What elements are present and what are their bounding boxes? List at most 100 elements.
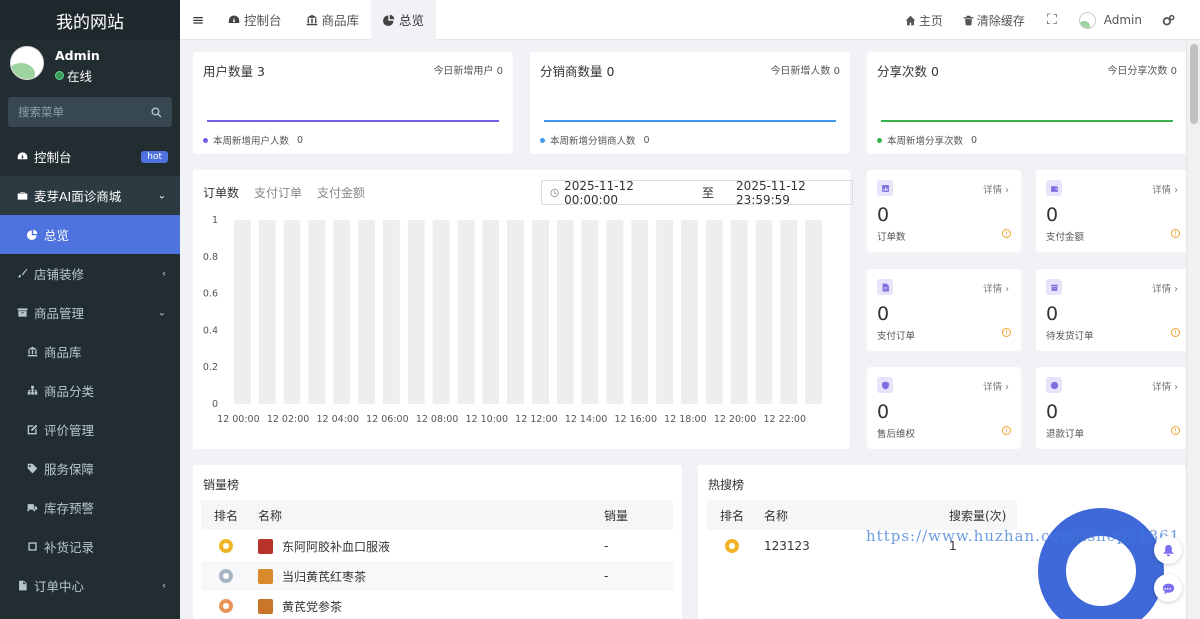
info-icon[interactable]: ! [1002,426,1011,435]
hot-badge: hot [141,151,168,163]
bar-background[interactable] [631,220,649,404]
info-icon[interactable]: ! [1171,229,1180,238]
menu-toggle-icon[interactable]: ≡ [180,0,216,40]
sidebar-item-restock-records[interactable]: 补货记录 [0,527,180,566]
bar-background[interactable] [308,220,326,404]
bar-background[interactable] [680,220,698,404]
sidebar-item-stock-alert[interactable]: 库存预警 [0,488,180,527]
mini-card-paid-orders: 详情 › 0 支付订单 ! [867,269,1021,351]
detail-link-text: 详情 [983,382,1003,393]
settings-button[interactable] [1152,14,1200,27]
bar-background[interactable] [780,220,798,404]
tab-goods-library[interactable]: 商品库 [294,0,372,40]
stat-today-value: 0 [496,66,503,77]
detail-link[interactable]: 详情 › [983,182,1009,196]
product-name: 东阿阿胶补血口服液 [282,539,391,554]
notification-button[interactable] [1154,536,1182,564]
top-navbar: ≡ 控制台 商品库 总览 主页 清除缓存 ⛶ Admin [180,0,1200,40]
bank-icon [306,14,317,25]
bar-background[interactable] [581,220,599,404]
sidebar-item-goods-category[interactable]: 商品分类 [0,371,180,410]
x-tick-label: 12 00:00 [217,414,260,425]
mini-card-value: 0 [877,401,890,423]
bell-icon [1163,544,1173,556]
stat-week-label: 本周新增用户人数 [213,136,290,147]
bar-background[interactable] [482,220,500,404]
detail-link[interactable]: 详情 › [983,379,1009,393]
tab-label: 控制台 [244,13,282,28]
bar-background[interactable] [531,220,549,404]
sidebar-item-overview[interactable]: 总览 [0,215,180,254]
bar-background[interactable] [805,220,823,404]
watermark: https://www.huzhan.com/ishop51861 [866,527,1181,545]
stat-title-text: 用户数量 [203,64,254,79]
sidebar: 我的网站 Admin 在线 搜索菜单 控制台 hot 麦芽AI面诊商城 ⌄ 总览… [0,0,180,619]
bar-background[interactable] [556,220,574,404]
mini-card-label: 退款订单 [1046,429,1085,440]
sidebar-item-dashboard[interactable]: 控制台 hot [0,137,180,176]
x-tick-label: 12 16:00 [615,414,658,425]
info-icon[interactable]: ! [1171,426,1180,435]
search-icon[interactable] [151,106,162,118]
sidebar-item-mall[interactable]: 麦芽AI面诊商城 ⌄ [0,176,180,215]
info-icon[interactable]: ! [1002,229,1011,238]
sidebar-item-review-manage[interactable]: 评价管理 [0,410,180,449]
user-menu[interactable]: Admin [1069,11,1152,29]
site-logo[interactable]: 我的网站 [0,0,180,40]
bar-background[interactable] [656,220,674,404]
bar-background[interactable] [382,220,400,404]
bar-background[interactable] [283,220,301,404]
stat-today-label: 今日分享次数 [1107,66,1168,77]
bar-background[interactable] [507,220,525,404]
bronze-medal-icon [219,599,233,613]
bar-background[interactable] [432,220,450,404]
stat-title-text: 分销商数量 [540,64,603,79]
bar-background[interactable] [457,220,475,404]
fullscreen-button[interactable]: ⛶ [1035,12,1069,28]
detail-link[interactable]: 详情 › [983,281,1009,295]
page-scrollbar[interactable] [1186,40,1200,619]
chevron-right-icon: › [1005,185,1009,196]
stat-trend-line [207,120,499,122]
bar-background[interactable] [730,220,748,404]
sidebar-item-goods-library[interactable]: 商品库 [0,332,180,371]
table-row[interactable]: 黄芪党参茶 [201,591,673,619]
bar-background[interactable] [407,220,425,404]
stat-value: 0 [931,64,939,79]
sidebar-item-order-center[interactable]: 订单中心 ‹ [0,566,180,605]
bar-background[interactable] [233,220,251,404]
bar-background[interactable] [755,220,773,404]
bar-background[interactable] [258,220,276,404]
tab-dashboard[interactable]: 控制台 [216,0,294,40]
legend-dot-icon [877,137,882,143]
sidebar-item-service-guarantee[interactable]: 服务保障 [0,449,180,488]
bar-background[interactable] [606,220,624,404]
user-name: Admin [55,48,100,63]
bar-background[interactable] [333,220,351,404]
table-row[interactable]: 当归黄芪红枣茶 - [201,561,673,591]
info-icon[interactable]: ! [1002,328,1011,337]
tab-overview[interactable]: 总览 [371,0,437,40]
bar-background[interactable] [358,220,376,404]
chevron-left-icon: ‹ [162,268,166,279]
tab-label: 商品库 [321,13,360,28]
home-link[interactable]: 主页 [895,12,953,29]
sidebar-item-goods-manage[interactable]: 商品管理 ⌄ [0,293,180,332]
detail-link[interactable]: 详情 › [1152,281,1178,295]
info-icon[interactable]: ! [1171,328,1180,337]
menu-search-input[interactable]: 搜索菜单 [8,97,172,127]
clear-cache-button[interactable]: 清除缓存 [953,12,1035,29]
chat-button[interactable] [1154,574,1182,602]
mini-card-label: 售后维权 [877,429,916,440]
bar-background[interactable] [705,220,723,404]
stat-week-label: 本周新增分销商人数 [550,136,636,147]
sidebar-item-label: 商品管理 [34,306,85,321]
stat-week-value: 0 [643,134,650,146]
detail-link[interactable]: 详情 › [1152,182,1178,196]
detail-link[interactable]: 详情 › [1152,379,1178,393]
sidebar-item-shop-decor[interactable]: 店铺装修 ‹ [0,254,180,293]
mini-card-value: 0 [1046,303,1059,325]
scrollbar-thumb[interactable] [1190,44,1198,124]
table-row[interactable]: 东阿阿胶补血口服液 - [201,531,673,561]
sidebar-item-label: 店铺装修 [34,267,85,282]
